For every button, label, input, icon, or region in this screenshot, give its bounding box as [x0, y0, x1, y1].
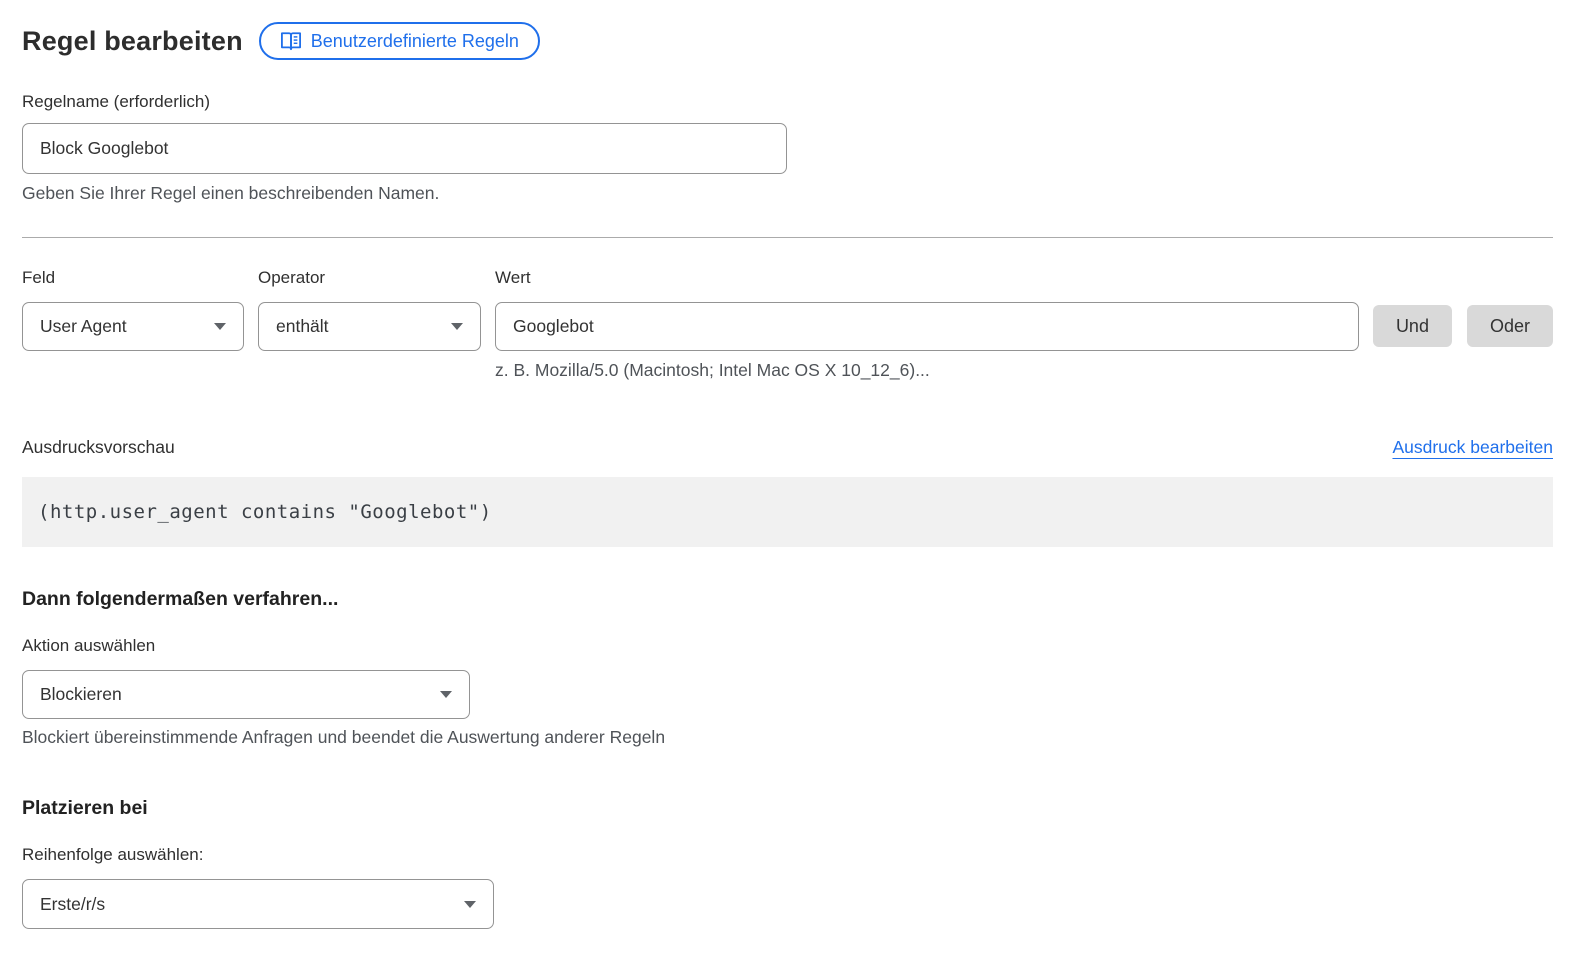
operator-select[interactable]: enthält [258, 302, 481, 351]
field-label: Feld [22, 267, 244, 288]
action-heading: Dann folgendermaßen verfahren... [22, 587, 1553, 611]
custom-rules-badge-button[interactable]: Benutzerdefinierte Regeln [259, 22, 540, 60]
value-input[interactable] [495, 302, 1359, 351]
order-select[interactable]: Erste/r/s [22, 879, 494, 929]
custom-rules-badge-label: Benutzerdefinierte Regeln [311, 31, 519, 52]
expression-preview-box: (http.user_agent contains "Googlebot") [22, 477, 1553, 547]
rule-name-section: Regelname (erforderlich) Geben Sie Ihrer… [22, 91, 1553, 204]
expression-header: Ausdrucksvorschau Ausdruck bearbeiten [22, 437, 1553, 458]
edit-expression-link[interactable]: Ausdruck bearbeiten [1392, 437, 1553, 458]
operator-column: Operator enthält [258, 267, 481, 351]
action-help: Blockiert übereinstimmende Anfragen und … [22, 727, 1553, 748]
value-column: Wert z. B. Mozilla/5.0 (Macintosh; Intel… [495, 267, 1359, 381]
action-section: Dann folgendermaßen verfahren... Aktion … [22, 587, 1553, 748]
field-column: Feld User Agent [22, 267, 244, 351]
rule-name-help: Geben Sie Ihrer Regel einen beschreibend… [22, 183, 1553, 204]
page-title: Regel bearbeiten [22, 22, 243, 60]
page-header: Regel bearbeiten Benutzerdefinierte Rege… [22, 22, 1553, 60]
value-help: z. B. Mozilla/5.0 (Macintosh; Intel Mac … [495, 360, 1359, 381]
rule-editor-page: Regel bearbeiten Benutzerdefinierte Rege… [0, 0, 1570, 929]
expression-preview-label: Ausdrucksvorschau [22, 437, 175, 458]
or-button[interactable]: Oder [1467, 305, 1553, 347]
expression-code: (http.user_agent contains "Googlebot") [38, 501, 492, 523]
rule-name-input[interactable] [22, 123, 787, 174]
order-select-label: Reihenfolge auswählen: [22, 844, 1553, 865]
order-select-value: Erste/r/s [40, 894, 105, 915]
chevron-down-icon [440, 691, 452, 698]
action-select-value: Blockieren [40, 684, 122, 705]
chevron-down-icon [451, 323, 463, 330]
placement-heading: Platzieren bei [22, 796, 1553, 820]
placement-section: Platzieren bei Reihenfolge auswählen: Er… [22, 796, 1553, 929]
condition-row: Feld User Agent Operator enthält Wert z.… [22, 267, 1553, 381]
operator-select-value: enthält [276, 316, 329, 337]
operator-label: Operator [258, 267, 481, 288]
field-select-value: User Agent [40, 316, 127, 337]
action-select-label: Aktion auswählen [22, 635, 1553, 656]
chevron-down-icon [214, 323, 226, 330]
section-divider [22, 237, 1553, 238]
chevron-down-icon [464, 901, 476, 908]
value-label: Wert [495, 267, 1359, 288]
action-select[interactable]: Blockieren [22, 670, 470, 719]
rule-name-label: Regelname (erforderlich) [22, 91, 1553, 112]
field-select[interactable]: User Agent [22, 302, 244, 351]
open-book-icon [280, 31, 302, 51]
and-button[interactable]: Und [1373, 305, 1452, 347]
